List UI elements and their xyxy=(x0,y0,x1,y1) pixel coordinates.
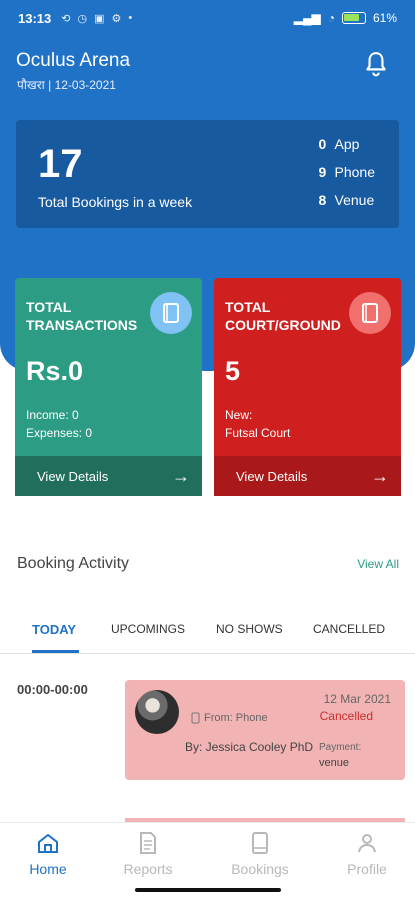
phone-label: Phone xyxy=(334,164,375,180)
booking-source-phone: 9 Phone xyxy=(319,164,375,192)
court-ground-card: TOTAL COURT/GROUND 5 New: Futsal Court V… xyxy=(214,278,401,496)
book-icon xyxy=(252,832,268,854)
signal-icon: ▂▄▆ xyxy=(293,11,321,25)
payment-label: Payment: xyxy=(319,742,362,753)
transactions-value: Rs.0 xyxy=(26,356,84,386)
court-ground-value: 5 xyxy=(225,356,241,386)
home-indicator xyxy=(135,888,281,892)
transactions-view-details-button[interactable]: View Details → xyxy=(15,456,202,496)
alarm-icon: ◷ xyxy=(77,12,88,25)
active-tab-indicator xyxy=(32,650,79,653)
nav-bookings[interactable]: Bookings xyxy=(220,831,300,877)
total-bookings-value: 17 xyxy=(38,142,83,186)
new-court-name: Futsal Court xyxy=(225,426,291,440)
venue-date: 12-03-2021 xyxy=(54,78,116,92)
nav-reports-label: Reports xyxy=(123,861,173,877)
nav-reports[interactable]: Reports xyxy=(108,831,188,877)
booking-status-badge: Cancelled xyxy=(319,709,373,723)
venue-location-date: पौखरा | 12-03-2021 xyxy=(17,76,116,93)
app-label: App xyxy=(334,136,360,152)
court-view-details-button[interactable]: View Details → xyxy=(214,456,401,496)
document-icon xyxy=(140,832,156,854)
tab-no-shows[interactable]: NO SHOWS xyxy=(216,622,283,636)
transactions-card: TOTAL TRANSACTIONS Rs.0 Income: 0 Expens… xyxy=(15,278,202,496)
avatar xyxy=(135,690,179,734)
status-notification-icons: ⟲ ◷ ▣ ⚙ • xyxy=(61,12,132,25)
view-all-link[interactable]: View All xyxy=(357,557,399,571)
settings-icon: ⚙ xyxy=(111,12,122,25)
booking-source-app: 0 App xyxy=(319,136,375,164)
view-details-label: View Details xyxy=(37,468,109,484)
transactions-title: TOTAL TRANSACTIONS xyxy=(26,299,138,333)
court-ground-title: TOTAL COURT/GROUND xyxy=(225,299,341,333)
phone-count: 9 xyxy=(318,164,327,180)
home-icon xyxy=(38,833,58,853)
book-icon xyxy=(150,292,192,334)
status-bar: 13:13 ⟲ ◷ ▣ ⚙ • ▂▄▆ ◔ 61% xyxy=(0,0,415,36)
venue-label: Venue xyxy=(334,192,375,208)
income-text: Income: 0 xyxy=(26,408,79,422)
expenses-text: Expenses: 0 xyxy=(26,426,93,440)
booking-customer: By: Jessica Cooley PhD xyxy=(185,740,314,754)
tab-cancelled[interactable]: CANCELLED xyxy=(313,622,385,636)
phone-icon xyxy=(191,712,200,724)
booking-date: 12 Mar 2021 xyxy=(323,692,391,706)
booking-source-text: From: Phone xyxy=(204,712,268,724)
venue-count: 8 xyxy=(318,192,327,208)
nav-profile-label: Profile xyxy=(347,861,387,877)
profile-icon xyxy=(358,834,376,853)
booking-activity-title: Booking Activity xyxy=(17,555,130,572)
view-details-label: View Details xyxy=(236,468,308,484)
sync-icon: ⟲ xyxy=(61,12,71,25)
book-icon xyxy=(349,292,391,334)
battery-icon xyxy=(341,12,366,24)
tab-today[interactable]: TODAY xyxy=(32,622,76,637)
booking-card[interactable]: 12 Mar 2021 Cancelled From: Phone By: Je… xyxy=(125,680,405,780)
nav-profile[interactable]: Profile xyxy=(327,831,407,877)
dot-icon: • xyxy=(128,11,133,24)
message-icon: ▣ xyxy=(94,12,105,25)
nav-home[interactable]: Home xyxy=(8,831,88,877)
arrow-right-icon: → xyxy=(172,465,190,486)
notification-bell-icon[interactable] xyxy=(363,50,389,78)
tab-upcomings[interactable]: UPCOMINGS xyxy=(111,622,185,636)
booking-time-slot: 00:00-00:00 xyxy=(17,682,88,697)
booking-source-venue: 8 Venue xyxy=(319,192,375,220)
booking-summary-card: 17 Total Bookings in a week 0 App 9 Phon… xyxy=(16,120,399,228)
booking-tabs: TODAY UPCOMINGS NO SHOWS CANCELLED xyxy=(0,618,415,654)
total-bookings-label: Total Bookings in a week xyxy=(38,194,193,210)
new-court-label: New: xyxy=(225,408,253,422)
status-time: 13:13 xyxy=(18,10,52,26)
battery-percent: 61% xyxy=(372,11,397,25)
booking-source: From: Phone xyxy=(191,712,268,724)
venue-name: Oculus Arena xyxy=(16,50,131,71)
nav-home-label: Home xyxy=(29,861,67,877)
wifi-icon: ◔ xyxy=(327,11,335,25)
booking-source-breakdown: 0 App 9 Phone 8 Venue xyxy=(319,136,375,220)
app-count: 0 xyxy=(318,136,327,152)
payment-value: venue xyxy=(319,757,349,769)
status-system-icons: ▂▄▆ ◔ 61% xyxy=(294,11,397,25)
venue-location: पौखरा xyxy=(17,78,45,92)
arrow-right-icon: → xyxy=(371,465,389,486)
nav-bookings-label: Bookings xyxy=(231,861,289,877)
